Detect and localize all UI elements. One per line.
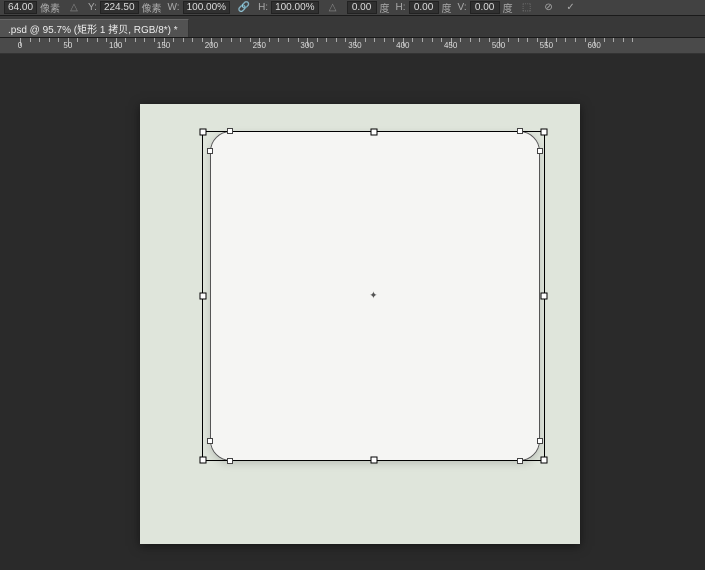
- y-label: Y:: [88, 2, 97, 13]
- x-value[interactable]: 64.00: [4, 1, 37, 14]
- triangle-icon: △: [66, 1, 82, 15]
- angle-field[interactable]: 0.00 度: [347, 0, 390, 15]
- anchor-point[interactable]: [517, 458, 523, 464]
- ruler-tick-label: 0: [18, 41, 22, 50]
- document-tab-title: .psd @ 95.7% (矩形 1 拷贝, RGB/8*) *: [8, 21, 178, 36]
- ruler-tick-label: 300: [300, 41, 313, 50]
- ruler-tick-label: 50: [63, 41, 72, 50]
- ruler-tick-label: 350: [348, 41, 361, 50]
- rounded-rectangle-shape[interactable]: [210, 131, 540, 461]
- anchor-point[interactable]: [537, 438, 543, 444]
- angle-value[interactable]: 0.00: [347, 1, 377, 14]
- sv-value[interactable]: 0.00: [470, 1, 500, 14]
- x-unit: 像素: [40, 0, 60, 15]
- artboard: ✦: [140, 104, 580, 544]
- anchor-point[interactable]: [517, 128, 523, 134]
- anchor-point[interactable]: [537, 148, 543, 154]
- ruler-tick-label: 100: [109, 41, 122, 50]
- w-value[interactable]: 100.00%: [183, 1, 230, 14]
- commit-transform-icon[interactable]: ✓: [563, 1, 579, 15]
- handle-middle-right[interactable]: [541, 293, 548, 300]
- canvas-area[interactable]: ✦: [0, 54, 705, 570]
- document-tab-bar: .psd @ 95.7% (矩形 1 拷贝, RGB/8*) *: [0, 16, 705, 38]
- handle-bottom-right[interactable]: [541, 457, 548, 464]
- angle-unit: 度: [380, 0, 390, 15]
- angle-icon: △: [325, 1, 341, 15]
- skew-h-field[interactable]: H: 0.00 度: [396, 0, 452, 15]
- sv-unit: 度: [503, 0, 513, 15]
- cancel-transform-icon[interactable]: ⊘: [541, 1, 557, 15]
- y-value[interactable]: 224.50: [100, 1, 139, 14]
- horizontal-ruler[interactable]: 0 50 100 150 200 250 300 350 400 450 500 550 600: [0, 38, 705, 54]
- anchor-point[interactable]: [207, 148, 213, 154]
- anchor-point[interactable]: [207, 438, 213, 444]
- ruler-tick-label: 600: [588, 41, 601, 50]
- ruler-tick-label: 150: [157, 41, 170, 50]
- handle-middle-left[interactable]: [200, 293, 207, 300]
- y-position-field[interactable]: Y: 224.50 像素: [88, 0, 162, 15]
- sh-label: H:: [396, 2, 406, 13]
- ruler-tick-label: 400: [396, 41, 409, 50]
- h-value[interactable]: 100.00%: [271, 1, 318, 14]
- skew-v-field[interactable]: V: 0.00 度: [458, 0, 513, 15]
- anchor-point[interactable]: [227, 458, 233, 464]
- anchor-point[interactable]: [227, 128, 233, 134]
- x-position-field[interactable]: 64.00 像素: [4, 0, 60, 15]
- link-icon[interactable]: 🔗: [236, 1, 252, 15]
- ruler-tick-label: 500: [492, 41, 505, 50]
- width-field[interactable]: W: 100.00%: [168, 1, 231, 14]
- h-label: H:: [258, 2, 268, 13]
- sh-unit: 度: [442, 0, 452, 15]
- ruler-tick-label: 450: [444, 41, 457, 50]
- ruler-tick-label: 550: [540, 41, 553, 50]
- handle-top-left[interactable]: [200, 129, 207, 136]
- warp-icon[interactable]: ⬚: [519, 1, 535, 15]
- handle-bottom-left[interactable]: [200, 457, 207, 464]
- sh-value[interactable]: 0.00: [409, 1, 439, 14]
- document-tab[interactable]: .psd @ 95.7% (矩形 1 拷贝, RGB/8*) *: [0, 19, 189, 37]
- sv-label: V:: [458, 2, 467, 13]
- ruler-tick-label: 200: [205, 41, 218, 50]
- ruler-tick-label: 250: [253, 41, 266, 50]
- w-label: W:: [168, 2, 180, 13]
- height-field[interactable]: H: 100.00%: [258, 1, 318, 14]
- options-bar: 64.00 像素 △ Y: 224.50 像素 W: 100.00% 🔗 H: …: [0, 0, 705, 16]
- y-unit: 像素: [142, 0, 162, 15]
- handle-top-right[interactable]: [541, 129, 548, 136]
